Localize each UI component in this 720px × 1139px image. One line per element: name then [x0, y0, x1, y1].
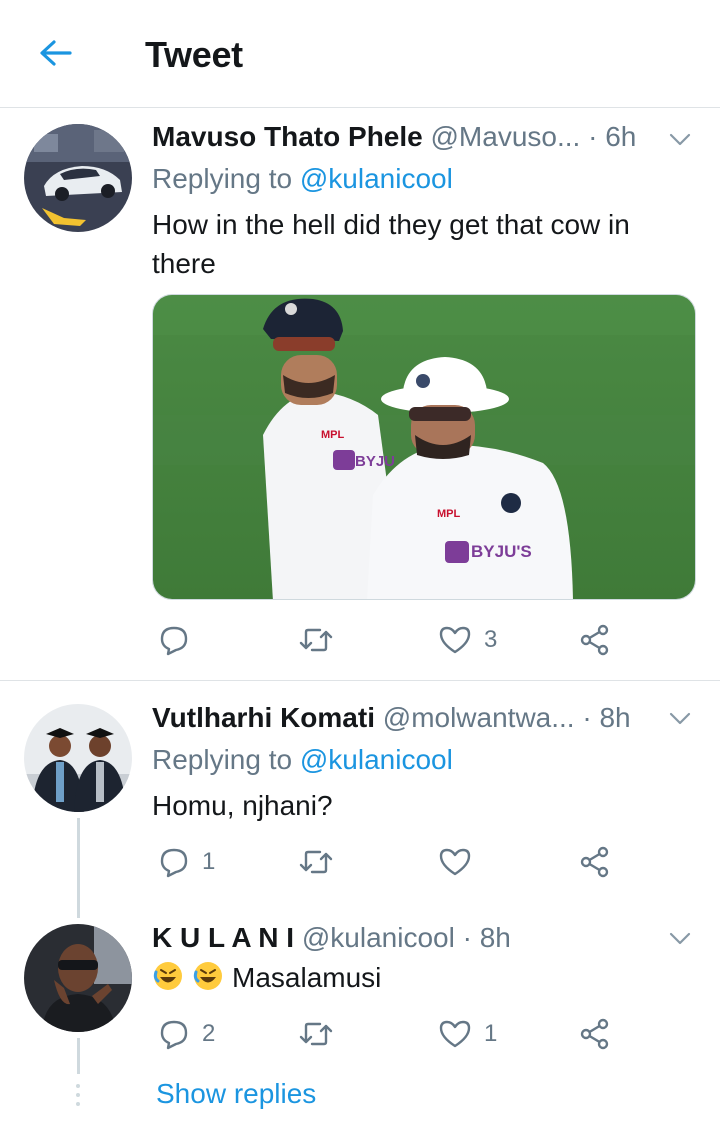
tweet-text: How in the hell did they get that cow in…	[152, 209, 630, 279]
tweet-author-line: Mavuso Thato Phele @Mavuso... · 6h	[152, 121, 636, 153]
heart-icon	[439, 1020, 471, 1048]
tweet-time: · 8h	[462, 922, 511, 953]
jersey-brand-text-1: MPL	[321, 429, 345, 441]
share-icon	[580, 846, 609, 878]
rolling-laughing-emoji-icon	[193, 962, 222, 990]
rolling-laughing-emoji-icon	[153, 962, 182, 990]
chevron-down-icon[interactable]	[666, 125, 694, 153]
like-count: 1	[484, 1020, 498, 1047]
display-name[interactable]: K U L A N I	[152, 922, 294, 953]
share-button[interactable]	[578, 842, 612, 882]
retweet-icon	[299, 628, 333, 652]
graduates-avatar-image	[24, 704, 132, 812]
share-button[interactable]	[578, 1014, 612, 1054]
mention-link[interactable]: @kulanicool	[300, 163, 453, 194]
heart-icon	[439, 626, 471, 654]
thread-dots	[76, 1084, 80, 1111]
heart-icon	[439, 848, 471, 876]
chevron-down-icon[interactable]	[666, 704, 694, 732]
tweet-image[interactable]: MPL BYJU MPL BYJU'S	[152, 294, 696, 600]
retweet-icon	[299, 850, 333, 874]
jersey-brand-text-2: MPL	[437, 508, 461, 520]
replying-to: Replying to @kulanicool	[152, 744, 453, 776]
top-bar: Tweet	[0, 0, 720, 108]
like-button[interactable]: 1	[438, 1014, 497, 1054]
tweet-time: · 8h	[582, 702, 631, 733]
tweet-author-line: Vutlharhi Komati @molwantwa... · 8h	[152, 702, 631, 734]
avatar[interactable]	[24, 924, 132, 1032]
reply-icon	[160, 848, 188, 878]
reply-icon	[160, 1020, 188, 1050]
retweet-button[interactable]	[298, 842, 346, 882]
user-handle[interactable]: @kulanicool	[302, 922, 455, 953]
avatar[interactable]	[24, 124, 132, 232]
tweet-text-line: Masalamusi	[152, 958, 692, 997]
replying-to-label: Replying to	[152, 163, 300, 194]
reply-button[interactable]: 2	[158, 1014, 215, 1054]
like-button[interactable]: 3	[438, 620, 497, 660]
tweet-text: Homu, njhani?	[152, 790, 333, 821]
jersey-sponsor-text-2: BYJU'S	[471, 542, 532, 561]
retweet-icon	[299, 1022, 333, 1046]
car-avatar-image	[24, 124, 132, 232]
share-button[interactable]	[578, 620, 612, 660]
user-handle[interactable]: @molwantwa...	[383, 702, 575, 733]
tweet-author-line: K U L A N I @kulanicool · 8h	[152, 922, 511, 954]
mention-link[interactable]: @kulanicool	[300, 744, 453, 775]
replying-to: Replying to @kulanicool	[152, 163, 453, 195]
reply-count: 1	[202, 848, 216, 875]
reply-count: 2	[202, 1020, 216, 1047]
reply-icon	[160, 626, 188, 656]
divider	[0, 680, 720, 681]
tweet-time: · 6h	[588, 121, 637, 152]
back-button[interactable]	[36, 34, 76, 74]
share-icon	[580, 624, 609, 656]
retweet-button[interactable]	[298, 1014, 346, 1054]
display-name[interactable]: Mavuso Thato Phele	[152, 121, 423, 152]
show-replies-link[interactable]: Show replies	[156, 1078, 316, 1110]
like-button[interactable]	[438, 842, 484, 882]
driver-avatar-image	[24, 924, 132, 1032]
reply-button[interactable]: 1	[158, 842, 215, 882]
page-title: Tweet	[145, 34, 243, 75]
back-arrow-icon	[40, 40, 72, 66]
tweet-text: Masalamusi	[232, 962, 382, 993]
display-name[interactable]: Vutlharhi Komati	[152, 702, 375, 733]
reply-button[interactable]	[158, 620, 202, 660]
avatar[interactable]	[24, 704, 132, 812]
thread-connector	[77, 818, 80, 918]
share-icon	[580, 1018, 609, 1050]
cricket-players-photo: MPL BYJU MPL BYJU'S	[153, 295, 695, 599]
jersey-sponsor-text-1: BYJU	[355, 453, 395, 470]
user-handle[interactable]: @Mavuso...	[431, 121, 581, 152]
replying-to-label: Replying to	[152, 744, 300, 775]
chevron-down-icon[interactable]	[666, 924, 694, 952]
thread-connector	[77, 1038, 80, 1074]
retweet-button[interactable]	[298, 620, 346, 660]
like-count: 3	[484, 626, 498, 653]
